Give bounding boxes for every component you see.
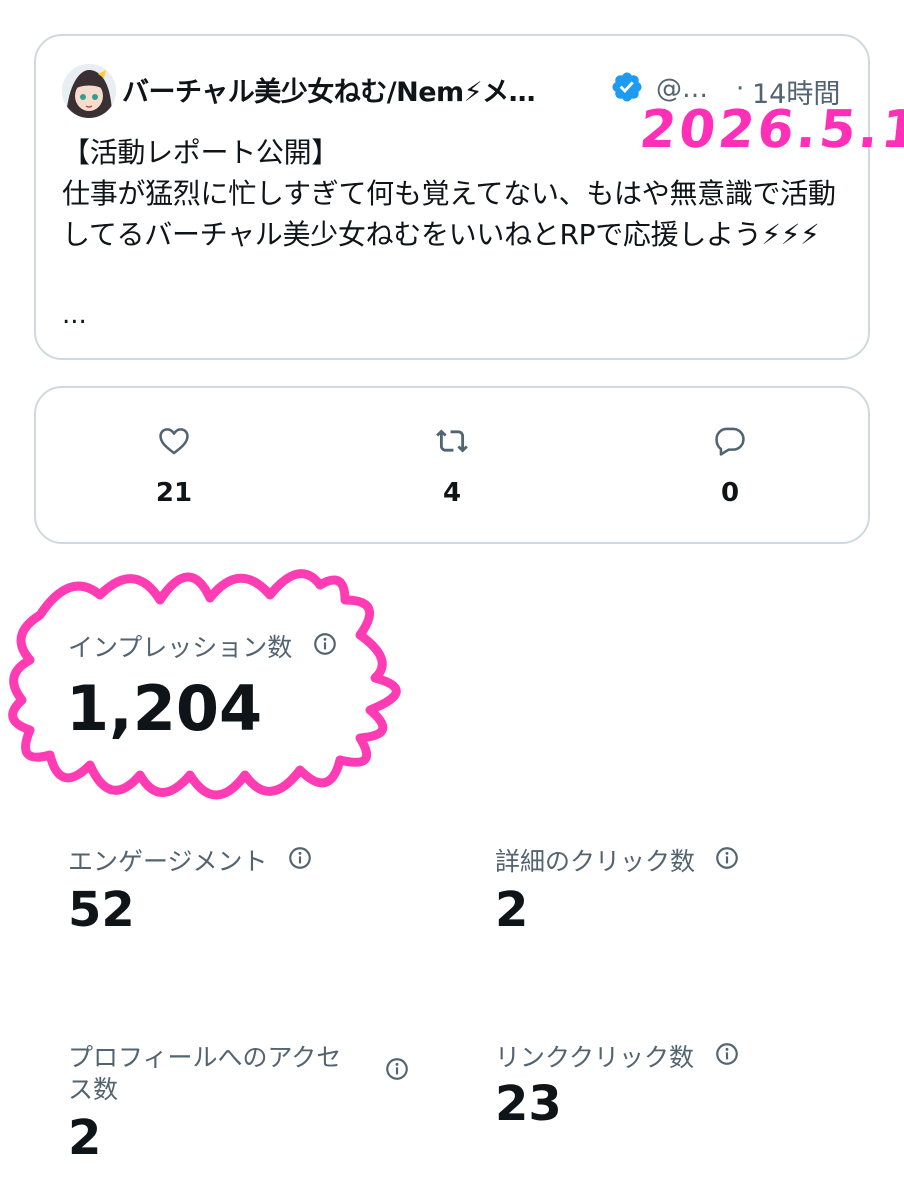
link-clicks-value: 23 xyxy=(495,1076,562,1132)
avatar[interactable] xyxy=(62,64,116,118)
engagement-stats-card: 21 4 0 xyxy=(34,386,870,544)
profile-visits-value: 2 xyxy=(68,1110,102,1166)
reply-icon[interactable] xyxy=(713,424,747,458)
info-icon[interactable] xyxy=(384,1056,410,1082)
detail-clicks-value: 2 xyxy=(495,882,529,938)
retweet-count: 4 xyxy=(442,478,462,508)
retweet-icon[interactable] xyxy=(433,424,471,458)
like-count: 21 xyxy=(155,478,193,508)
handwritten-date-annotation: 2026.5.1 xyxy=(636,100,904,160)
author-name[interactable]: バーチャル美少女ねむ/Nem⚡メ… xyxy=(122,70,536,109)
heart-icon[interactable] xyxy=(157,424,191,458)
reply-stat[interactable]: 0 xyxy=(700,424,760,508)
retweet-stat[interactable]: 4 xyxy=(422,424,482,508)
link-clicks-label: リンククリック数 xyxy=(495,1043,695,1072)
info-icon[interactable] xyxy=(287,845,313,871)
verified-icon xyxy=(612,72,642,102)
info-icon[interactable] xyxy=(714,1041,740,1067)
profile-visits-label-line2: ス数 xyxy=(68,1075,119,1104)
like-stat[interactable]: 21 xyxy=(144,424,204,508)
profile-visits-label-line1: プロフィールへのアクセ xyxy=(68,1043,342,1072)
engagements-label: エンゲージメント xyxy=(68,847,268,876)
tweet-more-ellipsis: ... xyxy=(62,300,87,330)
reply-count: 0 xyxy=(720,478,740,508)
detail-clicks-label: 詳細のクリック数 xyxy=(495,847,696,876)
engagements-value: 52 xyxy=(68,882,135,938)
quoted-tweet-card[interactable]: バーチャル美少女ねむ/Nem⚡メ… @… · 14時間 【活動レポート公開】 仕… xyxy=(34,34,870,360)
impressions-value: 1,204 xyxy=(66,672,263,745)
info-icon[interactable] xyxy=(714,845,740,871)
impressions-label: インプレッション数 xyxy=(68,633,293,662)
info-icon[interactable] xyxy=(312,631,338,657)
